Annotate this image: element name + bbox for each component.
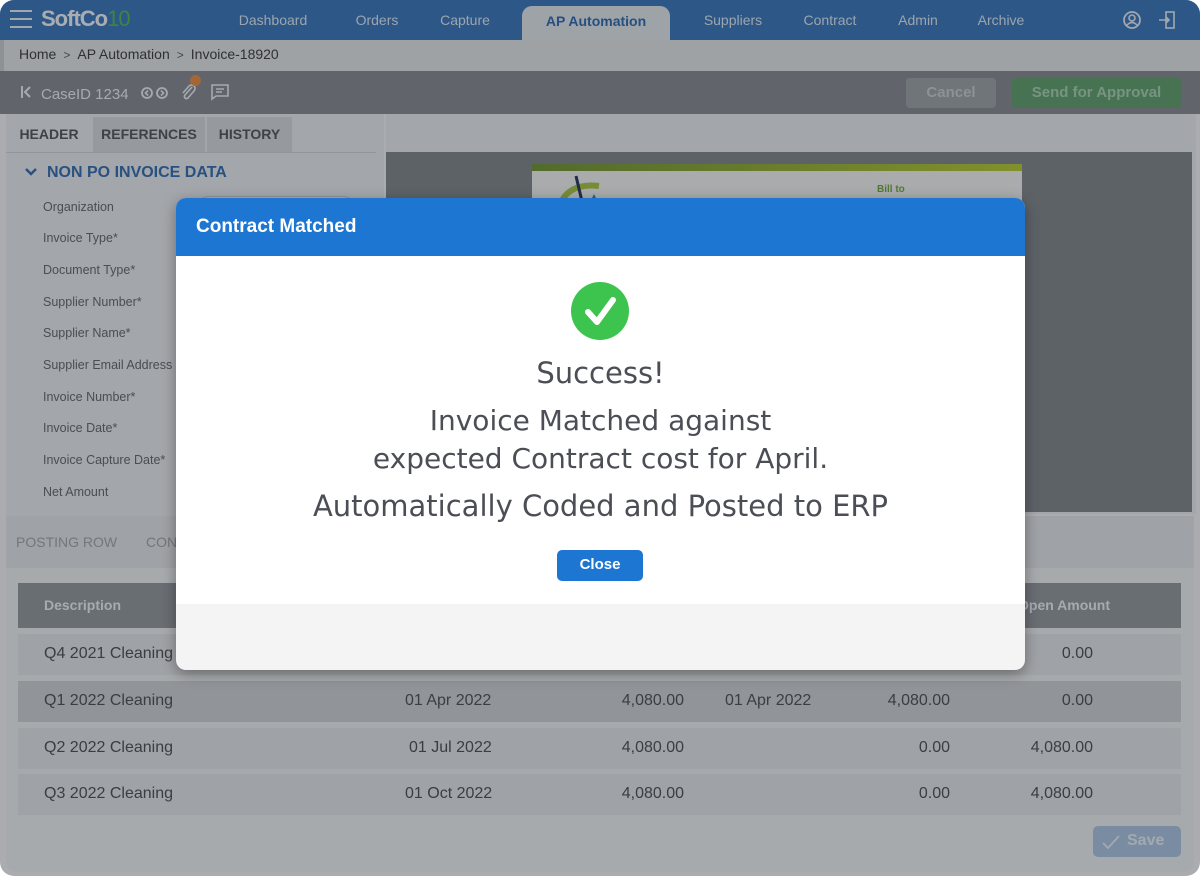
dialog-title: Contract Matched — [176, 198, 1025, 256]
close-button[interactable]: Close — [557, 550, 643, 581]
contract-matched-dialog: Contract Matched Success! Invoice Matche… — [176, 198, 1025, 670]
match-message-line2: expected Contract cost for April. — [372, 442, 829, 475]
app-window: SoftCo10 Dashboard Orders Capture AP Aut… — [0, 0, 1200, 876]
success-heading: Success! — [536, 356, 665, 390]
success-check-icon — [571, 282, 629, 340]
dialog-body: Success! Invoice Matched against expecte… — [176, 256, 1025, 604]
match-message: Invoice Matched against expected Contrac… — [176, 402, 1025, 478]
posting-message: Automatically Coded and Posted to ERP — [312, 489, 889, 523]
match-message-line1: Invoice Matched against — [429, 404, 772, 437]
